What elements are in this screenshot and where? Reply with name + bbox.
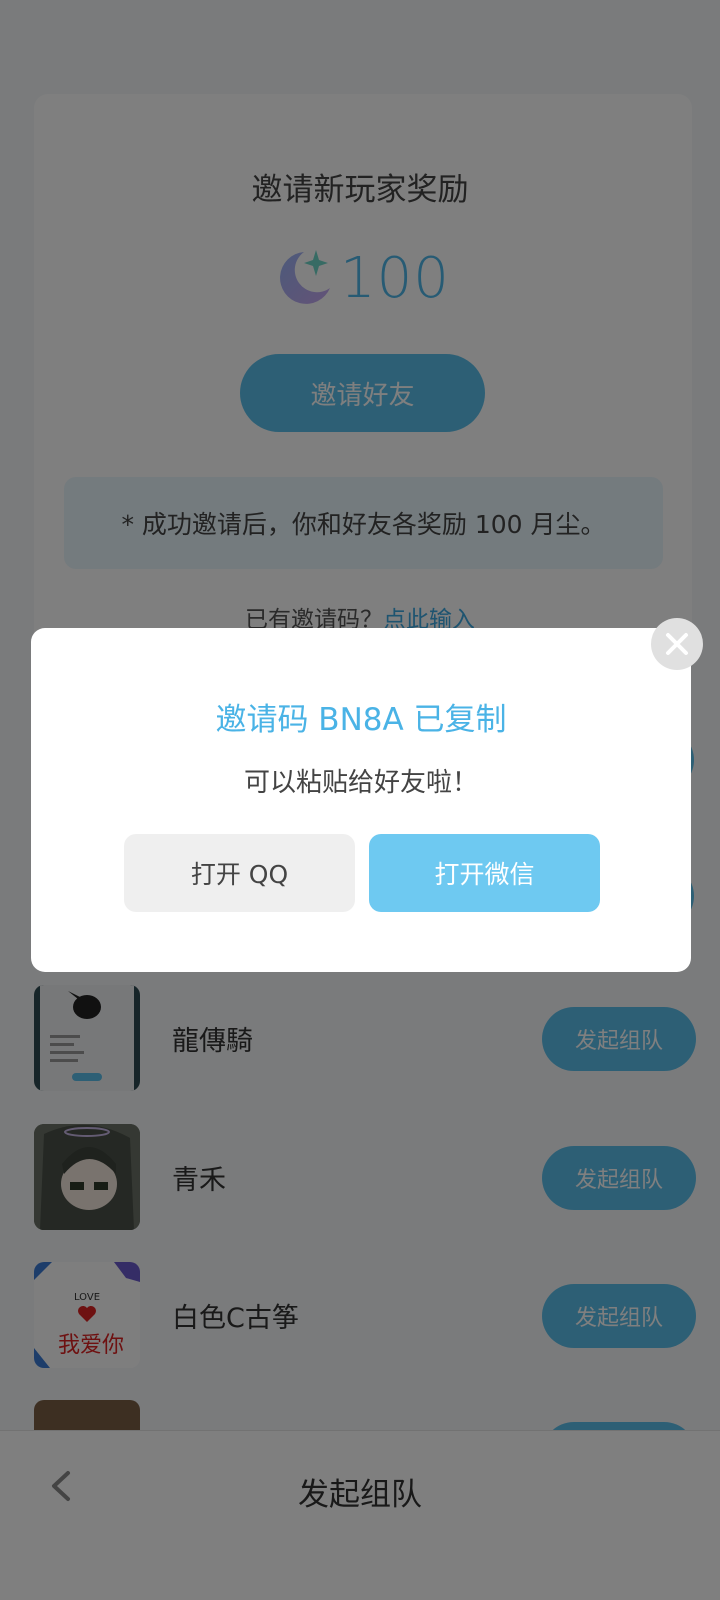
modal-subtitle: 可以粘贴给好友啦！ — [243, 768, 478, 798]
open-wechat-button[interactable]: 打开微信 — [369, 834, 600, 912]
open-qq-button[interactable]: 打开 QQ — [124, 834, 355, 912]
close-modal-button[interactable] — [651, 618, 703, 670]
close-icon — [666, 633, 688, 655]
invite-code-modal: 邀请码 BN8A 已复制 可以粘贴给好友啦！ 打开 QQ 打开微信 — [31, 628, 691, 972]
modal-title: 邀请码 BN8A 已复制 — [215, 702, 507, 738]
